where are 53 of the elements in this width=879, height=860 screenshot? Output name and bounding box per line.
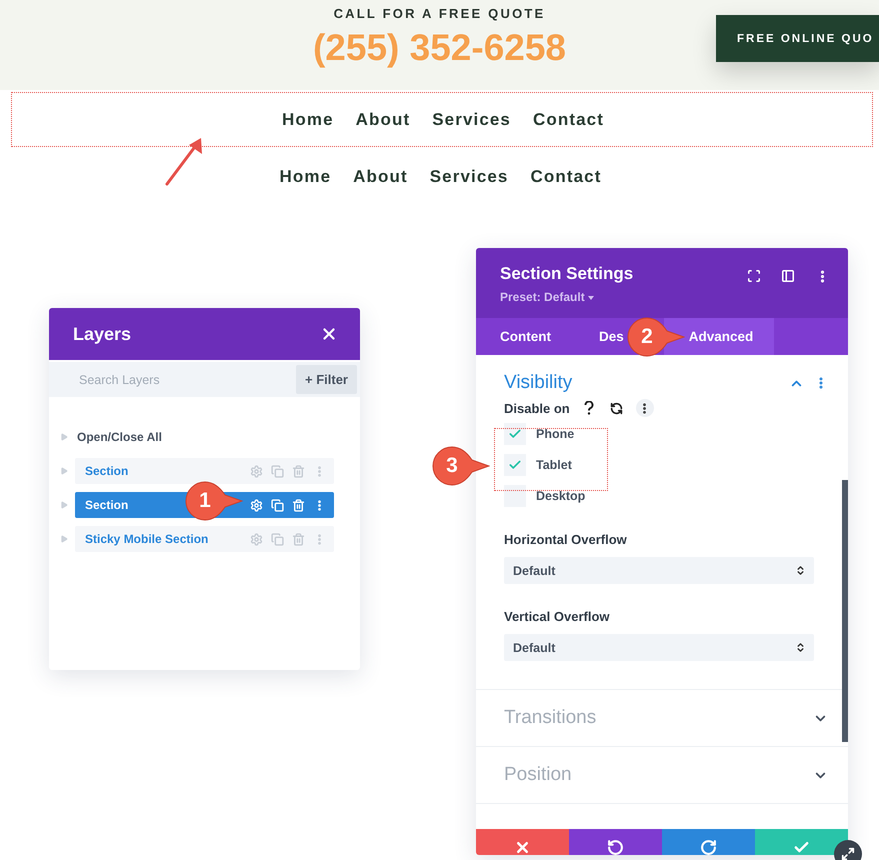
preset-dropdown[interactable]: Preset: Default — [500, 290, 634, 304]
select-field[interactable]: Default — [504, 634, 814, 661]
phone-number: (255) 352-6258 — [312, 27, 566, 69]
field-label: Horizontal Overflow — [504, 532, 627, 547]
tab[interactable]: Des — [575, 318, 624, 355]
select-field[interactable]: Default — [504, 557, 814, 584]
sort-arrows-icon — [795, 642, 806, 653]
nav-link[interactable]: Contact — [533, 110, 604, 130]
check-icon — [508, 427, 522, 441]
close-button[interactable] — [476, 829, 569, 855]
sort-arrows-icon — [795, 565, 806, 576]
search-field[interactable]: Search Layers — [77, 372, 247, 388]
step-number-tooltip: 3 — [432, 446, 490, 486]
step-number-tooltip: 2 — [627, 317, 685, 357]
checkbox[interactable] — [504, 485, 526, 507]
step-number-tooltip: 1 — [185, 481, 243, 521]
nav-link[interactable]: Services — [432, 110, 511, 130]
field-label: Disable on — [504, 400, 570, 416]
panel-title: Section Settings — [500, 264, 634, 284]
tagline: CALL FOR A FREE QUOTE — [334, 6, 546, 21]
nav-link[interactable]: About — [356, 110, 410, 130]
section-heading[interactable]: Visibility — [504, 372, 572, 394]
more-icon[interactable] — [636, 399, 654, 417]
check-icon — [508, 458, 522, 472]
nav-link[interactable]: Home — [282, 110, 334, 130]
panel-title: Layers — [73, 324, 132, 344]
field-label: Vertical Overflow — [504, 609, 610, 624]
nav-link[interactable]: Home — [280, 167, 332, 187]
redo-icon — [700, 838, 717, 855]
tab[interactable]: Advanced — [664, 318, 774, 355]
scrollbar[interactable] — [842, 480, 848, 742]
nav-link[interactable]: About — [353, 167, 408, 187]
caret-icon — [588, 296, 594, 300]
redo-button[interactable] — [662, 829, 755, 855]
focus-icon[interactable] — [747, 268, 761, 284]
checkbox-label: Desktop — [536, 489, 586, 503]
trash-icon[interactable] — [292, 498, 305, 512]
nav-link[interactable]: Contact — [530, 167, 602, 187]
checkbox[interactable] — [504, 454, 526, 476]
undo-icon — [607, 838, 624, 855]
resize-handle[interactable] — [834, 840, 862, 860]
checkbox[interactable] — [504, 423, 526, 445]
sidebar-icon[interactable] — [781, 268, 795, 284]
duplicate-icon[interactable] — [271, 498, 284, 512]
tab[interactable]: Content — [476, 318, 551, 355]
checkbox-label: Phone — [536, 427, 574, 441]
nav-link[interactable]: Services — [430, 167, 508, 187]
undo-button[interactable] — [569, 829, 662, 855]
save-button[interactable] — [755, 829, 848, 855]
open-close-all-toggle[interactable]: Open/Close All — [77, 424, 162, 450]
checkbox-label: Tablet — [536, 458, 572, 472]
quote-button[interactable]: FREE ONLINE QUO — [716, 15, 879, 62]
filter-button[interactable]: + Filter — [296, 365, 357, 394]
